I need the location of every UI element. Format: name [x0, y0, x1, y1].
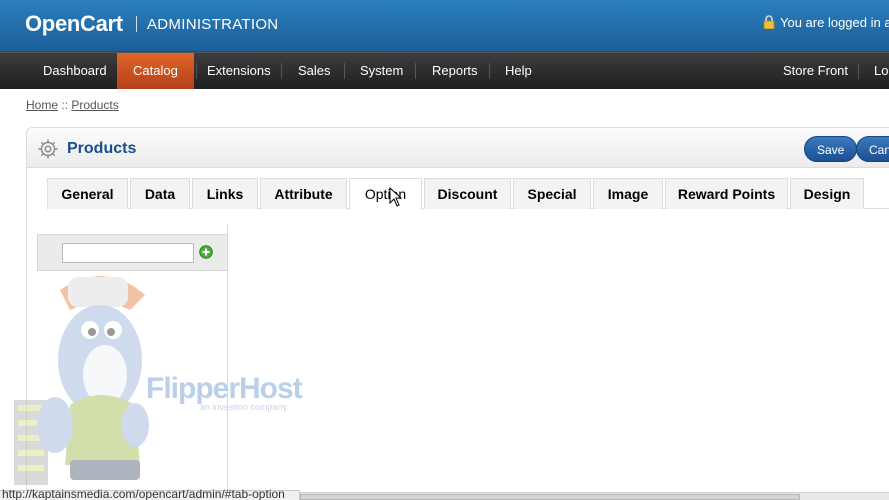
add-icon[interactable] — [199, 245, 213, 259]
tab-option[interactable]: Option — [349, 178, 422, 210]
mouse-cursor-icon — [389, 187, 403, 207]
lock-icon — [763, 15, 775, 29]
cancel-button[interactable]: Can — [856, 136, 889, 162]
tab-image[interactable]: Image — [593, 178, 663, 209]
tab-special[interactable]: Special — [513, 178, 591, 209]
tab-attribute[interactable]: Attribute — [260, 178, 347, 209]
option-search-input[interactable] — [62, 243, 194, 263]
menu-reports[interactable]: Reports — [416, 53, 494, 89]
watermark-subtext: an investion company — [200, 402, 288, 412]
top-header: OpenCart ADMINISTRATION You are logged i… — [0, 0, 889, 52]
login-text: You are logged in as — [780, 15, 889, 30]
browser-status-bar: http://kaptainsmedia.com/opencart/admin/… — [0, 487, 300, 500]
product-tabs: General Data Links Attribute Option Disc… — [47, 178, 889, 210]
menu-system[interactable]: System — [344, 53, 419, 89]
menu-catalog[interactable]: Catalog — [117, 53, 194, 89]
status-url: http://kaptainsmedia.com/opencart/admin/… — [2, 487, 285, 500]
save-button[interactable]: Save — [804, 136, 858, 162]
tab-links[interactable]: Links — [192, 178, 258, 209]
breadcrumb-separator: :: — [61, 98, 69, 112]
tab-discount[interactable]: Discount — [424, 178, 511, 209]
horizontal-scrollbar[interactable] — [300, 492, 889, 500]
page-title: Products — [67, 140, 137, 157]
menu-logout[interactable]: Lo — [858, 53, 889, 89]
tab-general[interactable]: General — [47, 178, 128, 209]
tab-design[interactable]: Design — [790, 178, 864, 209]
breadcrumb-products[interactable]: Products — [71, 98, 118, 112]
breadcrumb: Home :: Products — [26, 98, 119, 112]
menu-store-front[interactable]: Store Front — [767, 53, 864, 89]
menu-dashboard[interactable]: Dashboard — [27, 53, 123, 89]
box-heading: Products Save Can — [27, 128, 889, 168]
watermark-brand: FlipperHost — [146, 372, 303, 405]
breadcrumb-home[interactable]: Home — [26, 98, 58, 112]
main-menu: Dashboard Catalog Extensions Sales Syste… — [0, 52, 889, 89]
scrollbar-thumb[interactable] — [300, 494, 800, 500]
logo-divider — [136, 16, 137, 32]
menu-sales[interactable]: Sales — [282, 53, 347, 89]
tab-reward-points[interactable]: Reward Points — [665, 178, 788, 209]
gear-icon — [38, 139, 58, 159]
menu-extensions[interactable]: Extensions — [191, 53, 287, 89]
tab-data[interactable]: Data — [130, 178, 190, 209]
admin-label: ADMINISTRATION — [147, 16, 279, 33]
login-info: You are logged in as — [762, 15, 889, 30]
app-logo[interactable]: OpenCart — [25, 11, 123, 37]
menu-help[interactable]: Help — [489, 53, 548, 89]
